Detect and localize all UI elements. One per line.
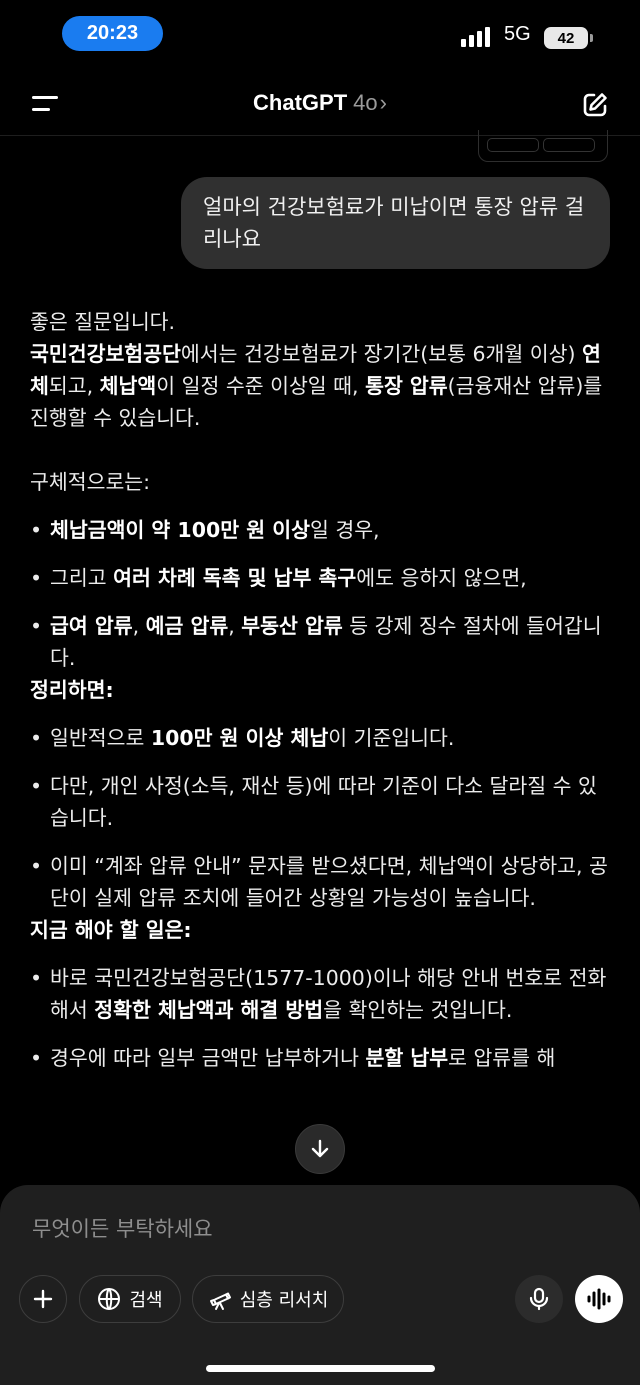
add-attachment-button[interactable] <box>19 1275 67 1323</box>
search-button[interactable]: 검색 <box>79 1275 181 1323</box>
previous-attachment-thumbnail <box>478 130 608 162</box>
home-indicator[interactable] <box>206 1365 435 1372</box>
todo-heading: 지금 해야 할 일은: <box>30 918 192 942</box>
details-heading: 구체적으로는: <box>30 470 151 494</box>
user-message-bubble: 얼마의 건강보험료가 미납이면 통장 압류 걸리나요 <box>181 177 610 269</box>
battery-level: 42 <box>557 29 575 47</box>
deep-research-label: 심층 리서치 <box>239 1290 329 1311</box>
telescope-icon <box>209 1292 231 1310</box>
answer-paragraph: 국민건강보험공단에서는 건강보험료가 장기간(보통 6개월 이상) 연체되고, … <box>30 342 603 430</box>
message-input[interactable]: 무엇이든 부탁하세요 <box>32 1213 213 1243</box>
search-label: 검색 <box>129 1290 163 1311</box>
battery-icon: 42 <box>544 27 593 49</box>
assistant-message: 좋은 질문입니다. 국민건강보험공단에서는 건강보험료가 장기간(보통 6개월 … <box>30 306 610 1074</box>
network-type: 5G <box>504 23 531 45</box>
list-item: 바로 국민건강보험공단(1577-1000)이나 해당 안내 번호로 전화해서 … <box>30 962 610 1026</box>
waveform-icon <box>587 1288 611 1310</box>
app-title: ChatGPT <box>253 90 348 115</box>
plus-icon <box>33 1289 53 1309</box>
deep-research-button[interactable]: 심층 리서치 <box>192 1275 344 1323</box>
globe-icon <box>98 1288 121 1310</box>
list-item: 다만, 개인 사정(소득, 재산 등)에 따라 기준이 다소 달라질 수 있습니… <box>30 770 610 834</box>
list-item: 체납금액이 약 100만 원 이상일 경우, <box>30 514 610 546</box>
microphone-button[interactable] <box>515 1275 563 1323</box>
model-selector[interactable]: ChatGPT 4o› <box>0 90 640 116</box>
voice-mode-button[interactable] <box>575 1275 623 1323</box>
chevron-right-icon: › <box>379 90 387 115</box>
list-item: 그리고 여러 차례 독촉 및 납부 촉구에도 응하지 않으면, <box>30 562 610 594</box>
list-item: 급여 압류, 예금 압류, 부동산 압류 등 강제 징수 절차에 들어갑니다. <box>30 610 610 674</box>
status-time: 20:23 <box>62 16 163 51</box>
signal-icon <box>461 27 490 47</box>
composer: 무엇이든 부탁하세요 검색 심층 리서치 <box>0 1185 640 1385</box>
microphone-icon <box>529 1287 549 1311</box>
arrow-down-icon <box>311 1139 329 1158</box>
summary-heading: 정리하면: <box>30 678 114 702</box>
scroll-down-button[interactable] <box>295 1124 345 1174</box>
list-item: 일반적으로 100만 원 이상 체납이 기준입니다. <box>30 722 610 754</box>
app-header: ChatGPT 4o› <box>0 72 640 136</box>
new-chat-icon[interactable] <box>580 90 610 120</box>
model-name: 4o <box>353 90 378 115</box>
list-item: 경우에 따라 일부 금액만 납부하거나 분할 납부로 압류를 해 <box>30 1042 610 1074</box>
list-item: 이미 “계좌 압류 안내” 문자를 받으셨다면, 체납액이 상당하고, 공단이 … <box>30 850 610 914</box>
answer-intro: 좋은 질문입니다. <box>30 310 176 334</box>
